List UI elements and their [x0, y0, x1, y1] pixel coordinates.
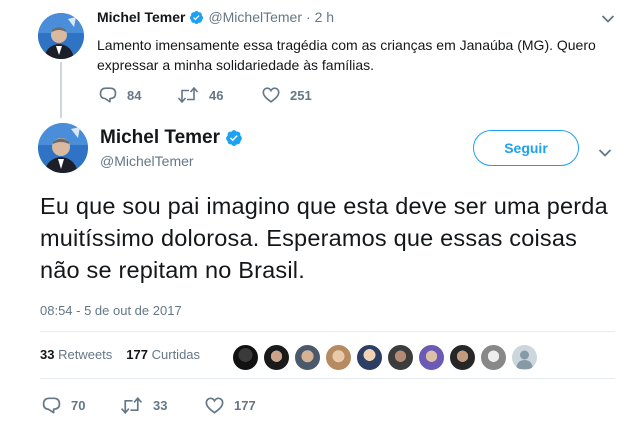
liker-avatar[interactable]: [479, 343, 508, 372]
reply-icon[interactable]: [42, 397, 61, 414]
reply-count: 70: [71, 398, 86, 413]
retweet-icon[interactable]: [177, 87, 199, 103]
parent-reply-action[interactable]: 84: [99, 87, 141, 103]
likes-stat-label: Curtidas: [151, 347, 201, 362]
liker-avatar[interactable]: [262, 343, 291, 372]
parent-author-handle[interactable]: @MichelTemer: [208, 9, 302, 25]
likes-stat[interactable]: 177 Curtidas: [126, 347, 200, 362]
liker-avatar[interactable]: [448, 343, 477, 372]
parent-author-name[interactable]: Michel Temer: [97, 9, 185, 25]
retweets-stat-label: Retweets: [58, 347, 113, 362]
parent-like-count: 251: [290, 87, 312, 103]
liker-avatar[interactable]: [386, 343, 415, 372]
main-author-handle[interactable]: @MichelTemer: [100, 153, 194, 169]
parent-tweet-menu[interactable]: [601, 11, 615, 29]
parent-retweet-action[interactable]: 46: [177, 87, 223, 103]
verified-badge-icon: [226, 130, 242, 146]
divider: [40, 331, 615, 332]
main-author[interactable]: Michel Temer: [100, 127, 243, 149]
verified-badge-icon: [190, 10, 204, 24]
reply-action[interactable]: 70: [42, 397, 85, 414]
retweet-count: 33: [153, 398, 168, 413]
default-avatar[interactable]: [510, 343, 539, 372]
parent-avatar[interactable]: [38, 13, 84, 59]
default-user-icon: [516, 350, 533, 369]
liker-avatar[interactable]: [231, 343, 260, 372]
engagement-stats: 33 Retweets 177 Curtidas: [40, 347, 200, 362]
main-tweet-menu[interactable]: [598, 145, 612, 163]
liker-avatar[interactable]: [417, 343, 446, 372]
retweets-stat-count: 33: [40, 347, 55, 362]
tweet-timestamp[interactable]: 08:54 - 5 de out de 2017: [40, 303, 182, 318]
reply-icon[interactable]: [99, 87, 117, 103]
like-count: 177: [234, 398, 256, 413]
retweet-action[interactable]: 33: [120, 397, 167, 414]
main-author-name[interactable]: Michel Temer: [100, 127, 220, 149]
heart-icon[interactable]: [205, 397, 224, 414]
parent-retweet-count: 46: [209, 87, 224, 103]
main-tweet-text: Eu que sou pai imagino que esta deve ser…: [40, 193, 608, 283]
follow-button[interactable]: Seguir: [473, 130, 579, 166]
parent-tweet-time[interactable]: · 2 h: [306, 9, 334, 25]
retweet-icon[interactable]: [120, 397, 143, 414]
heart-icon[interactable]: [262, 87, 280, 103]
parent-author[interactable]: Michel Temer @MichelTemer · 2 h: [97, 9, 334, 25]
retweets-stat[interactable]: 33 Retweets: [40, 347, 112, 362]
likes-stat-count: 177: [126, 347, 148, 362]
chevron-down-icon[interactable]: [601, 14, 615, 24]
liker-avatar[interactable]: [324, 343, 353, 372]
thread-connector: [60, 62, 62, 118]
chevron-down-icon[interactable]: [598, 148, 612, 158]
parent-like-action[interactable]: 251: [262, 87, 312, 103]
liker-avatar[interactable]: [355, 343, 384, 372]
divider: [40, 378, 615, 379]
liker-avatars: [231, 343, 539, 372]
liker-avatar[interactable]: [293, 343, 322, 372]
like-action[interactable]: 177: [205, 397, 256, 414]
parent-tweet-text: Lamento imensamente essa tragédia com as…: [97, 37, 596, 73]
main-avatar[interactable]: [38, 123, 88, 173]
parent-reply-count: 84: [127, 87, 142, 103]
